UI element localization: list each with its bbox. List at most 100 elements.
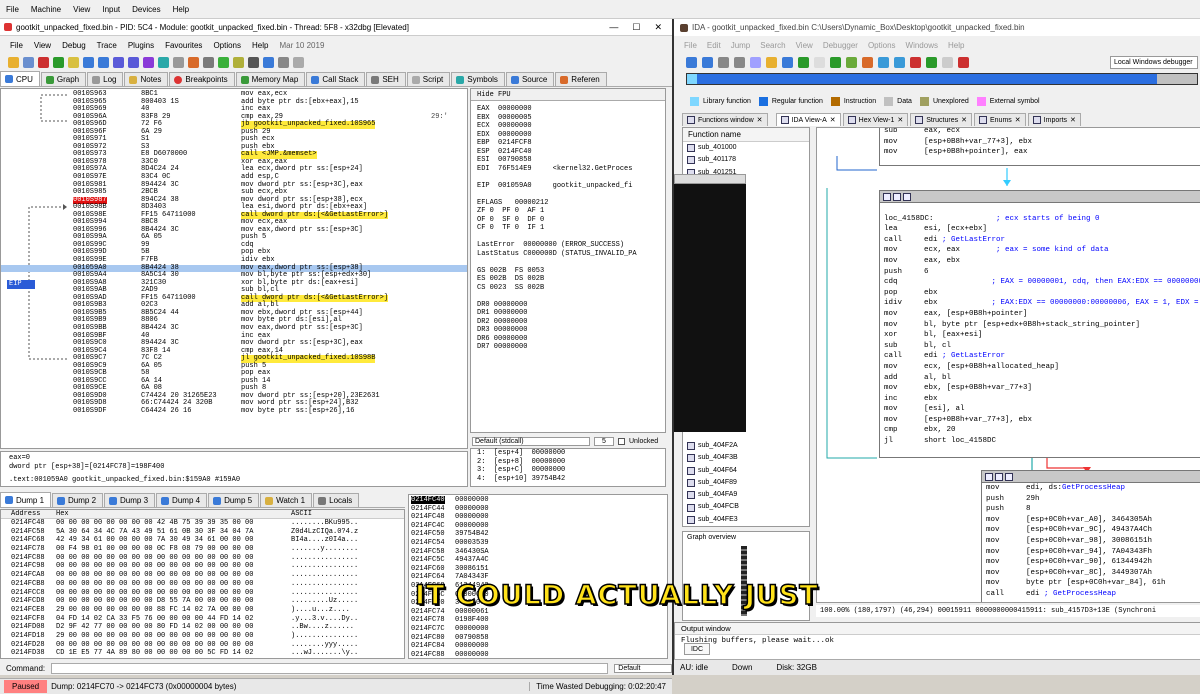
- node-graph-icon[interactable]: [1005, 472, 1013, 481]
- dump-row[interactable]: 0214FC98 00 00 00 00 00 00 00 00 00 00 00…: [1, 562, 404, 571]
- dump-row[interactable]: 0214FCF8 04 FD 14 02 CA 33 F5 76 00 00 00…: [1, 615, 404, 624]
- asm-line[interactable]: call edi ; GetLastError: [880, 351, 1200, 362]
- functions-icon[interactable]: [248, 56, 259, 68]
- asm-line[interactable]: cdq ; EAX = 00000001, cdq, then EAX:EDX …: [880, 277, 1200, 288]
- dump-row[interactable]: 0214FC68 42 49 34 61 00 00 00 00 7A 30 49…: [1, 536, 404, 545]
- asm-line[interactable]: push 6: [880, 267, 1200, 278]
- idc-button[interactable]: IDC: [684, 643, 710, 655]
- function-item[interactable]: sub_404F89: [683, 477, 809, 489]
- start-process-icon[interactable]: [926, 56, 937, 68]
- comments-icon[interactable]: [203, 56, 214, 68]
- hash-icon[interactable]: [278, 56, 289, 68]
- close-icon[interactable]: ✕: [897, 116, 903, 124]
- disasm-row[interactable]: 0010S98E FF15 64711000 call dword ptr ds:[…: [1, 211, 467, 220]
- registers-panel[interactable]: Hide FPU EAX 00000000 EBX 00000005 ECX 000…: [470, 88, 666, 433]
- dump-row[interactable]: 0214FC78 00 F4 98 01 00 00 00 00 0C F8 08…: [1, 545, 404, 554]
- asm-line[interactable]: mov [esp+0C0h+var_94], 7A04343Fh: [982, 547, 1200, 558]
- disasm-row[interactable]: 0010S99E F7FB idiv ebx: [1, 256, 467, 265]
- node-group-icon[interactable]: [995, 472, 1003, 481]
- pause-icon[interactable]: [68, 56, 79, 68]
- disasm-row[interactable]: 0010S965 800403 1S add byte ptr ds:[ebx+ea…: [1, 98, 467, 107]
- open-icon[interactable]: [8, 56, 19, 68]
- close-icon[interactable]: ✕: [1015, 116, 1021, 124]
- cancel-icon[interactable]: [910, 56, 921, 68]
- function-icon[interactable]: [798, 56, 809, 68]
- stack-row[interactable]: 0214FC88 00000000: [409, 651, 667, 658]
- menu-options[interactable]: Options: [213, 41, 241, 50]
- asm-line[interactable]: pop ebx: [880, 288, 1200, 299]
- asm-line[interactable]: mov [esi], al: [880, 404, 1200, 415]
- menu-view[interactable]: View: [34, 41, 51, 50]
- graph-node-top[interactable]: sub eax, ecx mov [esp+0B8h+var_77+3], ebx mo…: [879, 128, 1200, 166]
- disasm-row[interactable]: 0010S99A 6A 05 push 5: [1, 234, 467, 242]
- dump-row[interactable]: 0214FCA8 00 00 00 00 00 00 00 00 00 00 00…: [1, 571, 404, 580]
- disasm-row[interactable]: 0010S9C4 83F8 14 cmp eax,14: [1, 347, 467, 356]
- tab-locals[interactable]: Locals: [313, 493, 360, 507]
- tab-symbols[interactable]: Symbols: [451, 72, 505, 86]
- dump-row[interactable]: 0214FCD8 00 00 00 00 00 00 00 00 D8 55 7A…: [1, 597, 404, 606]
- asm-line[interactable]: mov [esp+0B8h+pointer], eax: [880, 147, 1200, 158]
- tab-dump-3[interactable]: Dump 3: [104, 493, 156, 507]
- tab-cpu[interactable]: CPU: [0, 71, 40, 86]
- execute-till-return-icon[interactable]: [143, 56, 154, 68]
- disasm-row[interactable]: 0010S96F 6A 29 push 29: [1, 128, 467, 137]
- disasm-row[interactable]: 0010S9BB 8B4424 3C mov eax,dword ptr ss:[e…: [1, 324, 467, 333]
- ida-menu-view[interactable]: View: [796, 41, 813, 50]
- stack-row[interactable]: 0214FC7C 00000000: [409, 625, 667, 634]
- tab-enums[interactable]: Enums ✕: [974, 113, 1026, 126]
- code-icon[interactable]: [782, 56, 793, 68]
- function-item[interactable]: sub_404FCB: [683, 501, 809, 513]
- tab-structures[interactable]: Structures ✕: [910, 113, 972, 126]
- tab-watch-1[interactable]: Watch 1: [260, 493, 313, 507]
- disasm-row[interactable]: 001059A0 8B4424 38 mov eax,dword ptr ss:[e…: [1, 264, 467, 273]
- command-type-select[interactable]: Default: [614, 664, 672, 673]
- tab-hex-view-1[interactable]: Hex View-1 ✕: [842, 113, 909, 126]
- asm-line[interactable]: add al, bl: [880, 373, 1200, 384]
- debugger-select[interactable]: Local Windows debugger: [1110, 55, 1198, 69]
- asm-line[interactable]: mov ebx, [esp+0B8h+var_77+3]: [880, 383, 1200, 394]
- disasm-row[interactable]: 0010S972 S3 push ebx: [1, 143, 467, 152]
- ida-menu-edit[interactable]: Edit: [707, 41, 721, 50]
- command-input[interactable]: [51, 663, 609, 674]
- scylla-icon[interactable]: [173, 56, 184, 68]
- patch-icon[interactable]: [188, 56, 199, 68]
- hex-dump-view[interactable]: Address Hex ASCII 0214FC48 00 00 00 00 00…: [0, 509, 405, 659]
- disasm-row[interactable]: 0010S97E 83C4 0C add esp,C: [1, 173, 467, 182]
- disasm-row[interactable]: 0010S9BF 40 inc eax: [1, 332, 467, 341]
- asm-line[interactable]: mov [esp+0C0h+var_8C], 3449307Ah: [982, 568, 1200, 579]
- host-menu-devices[interactable]: Devices: [132, 5, 160, 14]
- function-item[interactable]: sub_404FE3: [683, 514, 809, 526]
- terminate-process-icon[interactable]: [958, 56, 969, 68]
- close-icon[interactable]: ✕: [757, 116, 763, 124]
- ida-menu-options[interactable]: Options: [868, 41, 896, 50]
- ida-menu-jump[interactable]: Jump: [731, 41, 751, 50]
- floating-window-titlebar[interactable]: [674, 174, 746, 184]
- asm-line[interactable]: mov bl, byte ptr [esp+edx+0B8h+stack_stri…: [880, 320, 1200, 331]
- asm-line[interactable]: mov [esp+0C0h+var_A0], 3464305Ah: [982, 515, 1200, 526]
- disasm-row[interactable]: 0010S987 894C24 38 mov dword ptr ss:[esp+3…: [1, 196, 467, 205]
- menu-favourites[interactable]: Favourites: [165, 41, 202, 50]
- menu-file[interactable]: File: [10, 41, 23, 50]
- tab-ida-view-a[interactable]: IDA View-A ✕: [775, 113, 841, 126]
- ida-menu-help[interactable]: Help: [948, 41, 964, 50]
- stop-icon[interactable]: [38, 56, 49, 68]
- disasm-row[interactable]: 0010S981 894424 3C mov dword ptr ss:[esp+3…: [1, 181, 467, 190]
- trace-over-icon[interactable]: [128, 56, 139, 68]
- data-icon[interactable]: [766, 56, 777, 68]
- disasm-row[interactable]: 0010S99C 99 cdq: [1, 241, 467, 250]
- tab-memory-map[interactable]: Memory Map: [235, 72, 306, 86]
- menu-help[interactable]: Help: [252, 41, 268, 50]
- back-icon[interactable]: [686, 56, 697, 68]
- menu-trace[interactable]: Trace: [97, 41, 117, 50]
- asm-line[interactable]: cmp ebx, 20: [880, 425, 1200, 436]
- tab-dump-2[interactable]: Dump 2: [52, 493, 104, 507]
- disasm-row[interactable]: 0010S9B9 8806 mov byte ptr ds:[esi],al: [1, 317, 467, 325]
- tab-graph[interactable]: Graph: [40, 72, 87, 86]
- asm-line[interactable]: mov [esp+0C0h+var_98], 30086151h: [982, 536, 1200, 547]
- asm-line[interactable]: sub eax, ecx: [880, 128, 1200, 137]
- ida-menu-debugger[interactable]: Debugger: [823, 41, 858, 50]
- stack-args-panel[interactable]: 1: [esp+4] 00000000 2: [esp+8] 00000000 …: [470, 448, 666, 487]
- disasm-row[interactable]: 0010S9CB 58 pop eax: [1, 370, 467, 378]
- stack-row[interactable]: 0214FC40 00000000: [409, 496, 667, 505]
- disasm-row[interactable]: 0010S985 2BCB sub ecx,ebx: [1, 189, 467, 197]
